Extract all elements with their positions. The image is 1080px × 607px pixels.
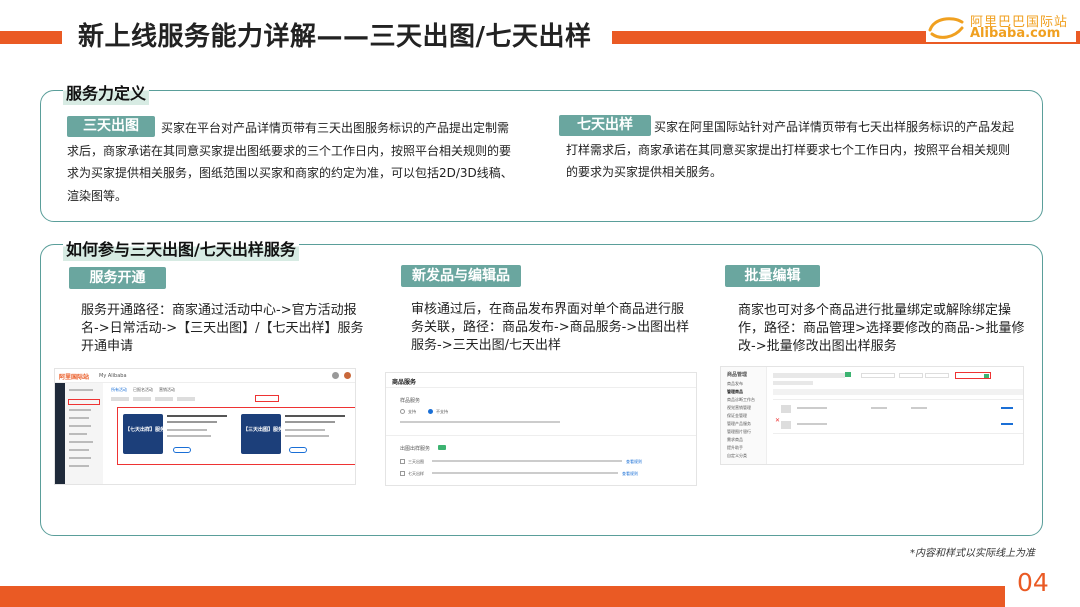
- form-heading: 商品服务: [392, 379, 417, 386]
- register-button-right[interactable]: [289, 447, 307, 453]
- screenshot-topbar: 阿里国际站 My Alibaba: [55, 369, 355, 383]
- definition-section-label: 服务力定义: [63, 79, 150, 105]
- three-day-card-image: 【三天出图】服务招商: [241, 414, 293, 454]
- tab-registered: 已报名活动: [133, 387, 153, 392]
- view-rules-link-1[interactable]: 查看规则: [626, 459, 642, 465]
- not-support-radio[interactable]: [428, 409, 433, 414]
- batch-edit-tag: 批量编辑: [725, 265, 820, 287]
- support-radio[interactable]: [400, 409, 405, 414]
- tab-all: 所有活动: [111, 387, 127, 392]
- three-day-tag: 三天出图: [67, 116, 155, 137]
- new-and-edit-product-text: 审核通过后，在商品发布界面对单个商品进行服务关联，路径：商品发布->商品服务->…: [411, 302, 690, 353]
- seven-day-checkbox[interactable]: [400, 471, 405, 476]
- service-activation-text: 服务开通路径：商家通过活动中心->官方活动报名->日常活动->【三天出图】/【七…: [81, 303, 364, 354]
- seven-day-tag: 七天出样: [559, 115, 651, 136]
- screenshot-subtabs: [111, 395, 279, 402]
- bell-icon: [332, 372, 339, 379]
- tab-marketing: 营销活动: [159, 387, 175, 392]
- new-badge: [438, 445, 446, 450]
- sidebar-highlight: [68, 399, 100, 405]
- product-service-screenshot: 商品服务 样品服务 支持 不支持 出图出样服务 三天出图 查看规则 七天出样 查…: [385, 372, 697, 486]
- batch-edit-service-button[interactable]: [955, 372, 991, 379]
- close-icon: ✕: [775, 417, 781, 424]
- screenshot-brand: 阿里国际站: [59, 374, 90, 381]
- page-number: 04: [1017, 568, 1049, 597]
- activity-center-screenshot: 阿里国际站 My Alibaba 所有活动 已报名活动 营销活动 【七天出样】服…: [54, 368, 356, 485]
- page-title: 新上线服务能力详解——三天出图/七天出样: [78, 22, 592, 52]
- service-activation-tag: 服务开通: [69, 267, 166, 289]
- logo-english-text: Alibaba.com: [970, 26, 1061, 41]
- sidebar-rail: [55, 383, 65, 484]
- batch-edit-text: 商家也可对多个商品进行批量绑定或解除绑定操作，路径：商品管理>选择要修改的商品-…: [738, 303, 1025, 354]
- management-sidebar: 商品管理 商品发布 管理商品 商品诊断工作台 视觉营销管理 保证金管理 管理产品…: [721, 367, 767, 464]
- header-accent-bar-left: [0, 31, 62, 44]
- three-day-checkbox[interactable]: [400, 459, 405, 464]
- seven-day-card-image: 【七天出样】服务招商: [123, 414, 175, 454]
- sample-service-label: 样品服务: [400, 398, 421, 404]
- screenshot-sidebar: [55, 383, 103, 484]
- register-button-left[interactable]: [173, 447, 191, 453]
- alibaba-logo: 阿里巴巴国际站 Alibaba.com: [926, 10, 1076, 42]
- render-sample-service-label: 出图出样服务: [400, 446, 431, 452]
- new-and-edit-product-tag: 新发品与编辑品: [401, 265, 521, 287]
- screenshot-nav: My Alibaba: [99, 373, 127, 379]
- disclaimer-note: *内容和样式以实际线上为准: [910, 548, 1035, 559]
- view-rules-link-2[interactable]: 查看规则: [622, 471, 638, 477]
- alibaba-smile-icon: [928, 17, 964, 39]
- footer-accent-bar: [0, 586, 1005, 607]
- avatar: [344, 372, 351, 379]
- product-management-screenshot: 商品管理 商品发布 管理商品 商品诊断工作台 视觉营销管理 保证金管理 管理产品…: [720, 366, 1024, 465]
- howto-section-label: 如何参与三天出图/七天出样服务: [63, 235, 299, 261]
